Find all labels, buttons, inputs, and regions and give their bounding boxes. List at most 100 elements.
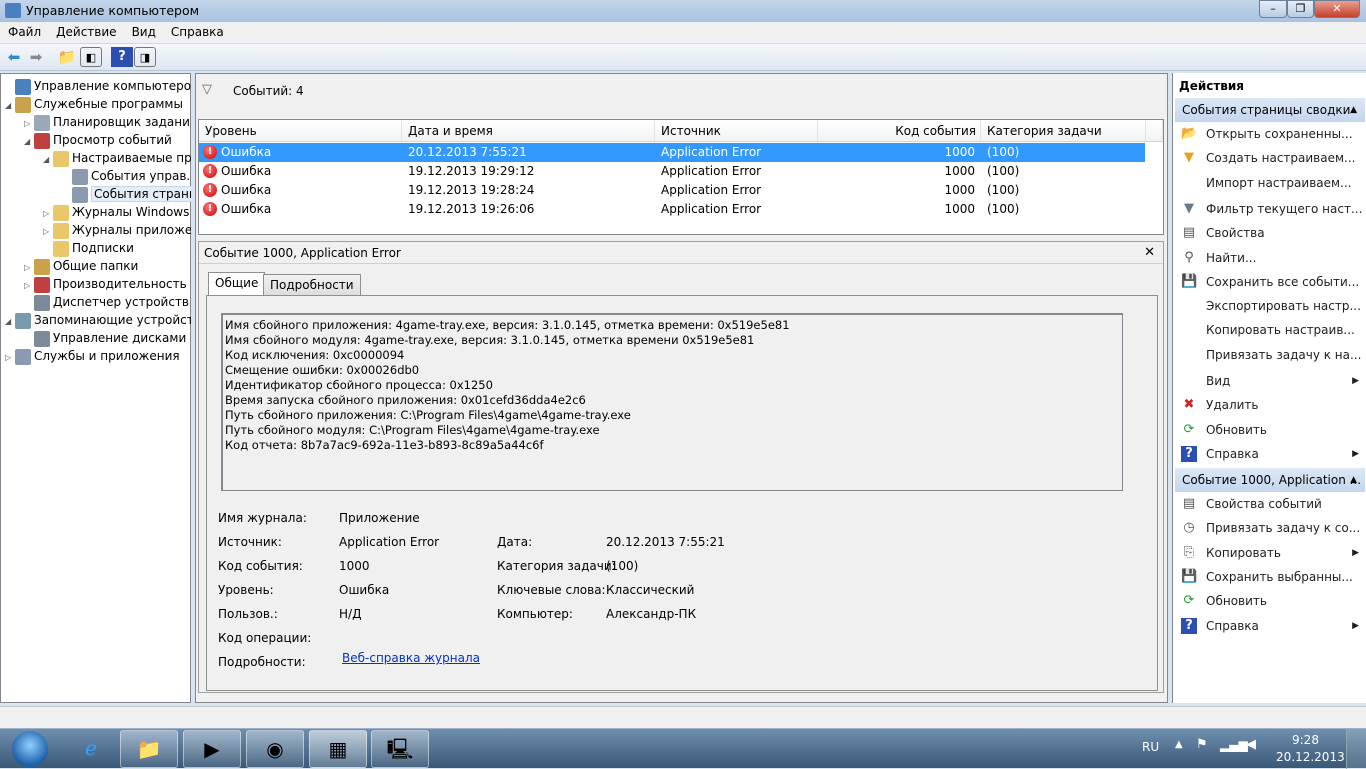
tab-details[interactable]: Подробности [263, 274, 361, 296]
network-icon[interactable]: ▂▄▆ [1220, 738, 1248, 752]
online-help-link[interactable]: Веб-справка журнала [342, 651, 480, 665]
action-item[interactable]: Экспортировать настр... [1175, 294, 1365, 318]
tree-item[interactable]: ◢ Настраиваемые пр [43, 149, 191, 167]
show-hide-action-pane-icon[interactable]: ◨ [134, 47, 156, 67]
tree-item[interactable]: ▷ Службы и приложения [5, 347, 191, 365]
tree-item[interactable]: Управление дисками [24, 329, 191, 347]
tree-item[interactable]: ◢ Запоминающие устройст [5, 311, 191, 329]
tree-item[interactable]: События страни [62, 185, 191, 203]
action-item[interactable]: ⟳ Обновить [1175, 589, 1365, 613]
column-event-id[interactable]: Код события [818, 120, 981, 142]
expand-arrow-icon[interactable]: ◢ [24, 133, 34, 149]
menu-file[interactable]: Файл [0, 22, 48, 39]
event-row[interactable]: ! Ошибка 19.12.2013 19:26:06 Application Er… [199, 200, 1145, 219]
error-icon: ! [203, 202, 217, 216]
action-item[interactable]: 💾 Сохранить все событи... [1175, 270, 1365, 294]
show-hide-tree-icon[interactable]: ◧ [80, 47, 102, 67]
action-icon: ✖ [1183, 397, 1195, 413]
action-item[interactable]: ▤ Свойства событий [1175, 492, 1365, 516]
action-item[interactable]: ⟳ Обновить [1175, 418, 1365, 442]
close-button[interactable]: ✕ [1314, 0, 1360, 18]
event-row[interactable]: ! Ошибка 19.12.2013 19:28:24 Application Er… [199, 181, 1145, 200]
action-item[interactable]: ▤ Свойства [1175, 221, 1365, 245]
tree-item[interactable]: Управление компьютером (л [5, 77, 191, 95]
expand-arrow-icon[interactable]: ▷ [5, 349, 15, 365]
media-player-icon[interactable]: ▶ [183, 730, 241, 768]
language-indicator[interactable]: RU [1142, 740, 1159, 754]
chrome-icon[interactable]: ◉ [246, 730, 304, 768]
tree-item[interactable]: События управ. [62, 167, 191, 185]
tree-item[interactable]: ▷ Журналы Windows [43, 203, 191, 221]
action-item[interactable]: 💾 Сохранить выбранны... [1175, 565, 1365, 589]
action-item[interactable]: ✖ Удалить [1175, 393, 1365, 417]
show-desktop-button[interactable] [1346, 729, 1366, 769]
event-row[interactable]: ! Ошибка 20.12.2013 7:55:21 Application Err… [199, 143, 1145, 162]
action-item[interactable]: 📂 Открыть сохраненны... [1175, 122, 1365, 146]
action-item[interactable]: ▼ Фильтр текущего наст... [1175, 197, 1365, 221]
action-label: Свойства событий [1206, 497, 1322, 511]
action-item[interactable]: Привязать задачу к на... [1175, 343, 1365, 367]
action-item[interactable]: ⚲ Найти... [1175, 246, 1365, 270]
action-item[interactable]: ? Справка ▶ [1175, 614, 1365, 638]
tree-item[interactable]: ▷ Журналы приложе [43, 221, 191, 239]
action-item[interactable]: Копировать настраив... [1175, 318, 1365, 342]
column-level[interactable]: Уровень [199, 120, 402, 142]
clock-time[interactable]: 9:28 [1292, 733, 1319, 747]
expand-arrow-icon[interactable]: ▷ [43, 223, 53, 239]
tree-item[interactable]: Подписки [43, 239, 191, 257]
action-item[interactable]: ⎘ Копировать ▶ [1175, 541, 1365, 565]
start-button[interactable] [12, 731, 48, 767]
tab-general[interactable]: Общие [208, 272, 266, 296]
control-panel-icon[interactable]: ▦ [309, 730, 367, 768]
event-row[interactable]: ! Ошибка 19.12.2013 19:29:12 Application Er… [199, 162, 1145, 181]
computer-management-task-icon[interactable]: 🖳 [371, 730, 429, 768]
tree-item[interactable]: ◢ Служебные программы [5, 95, 191, 113]
action-item[interactable]: ? Справка ▶ [1175, 442, 1365, 466]
volume-icon[interactable]: ◀ [1246, 737, 1256, 752]
tree-item[interactable]: ◢ Просмотр событий [24, 131, 191, 149]
tree-node-icon [34, 294, 50, 311]
help-icon[interactable]: ? [111, 47, 133, 67]
back-icon[interactable]: ⬅ [3, 47, 25, 67]
forward-icon[interactable]: ➡ [25, 47, 47, 67]
menu-action[interactable]: Действие [48, 22, 123, 39]
expand-arrow-icon[interactable]: ▷ [24, 115, 34, 131]
action-item[interactable]: ▼ Создать настраиваем... [1175, 146, 1365, 170]
column-date[interactable]: Дата и время [402, 120, 655, 142]
collapse-icon[interactable]: ▲ [1350, 98, 1357, 122]
column-task-category[interactable]: Категория задачи [981, 120, 1146, 142]
expand-arrow-icon[interactable]: ▷ [24, 259, 34, 275]
column-source[interactable]: Источник [655, 120, 818, 142]
event-description[interactable]: Имя сбойного приложения: 4game-tray.exe,… [221, 313, 1123, 491]
up-folder-icon[interactable]: 📁 [56, 47, 78, 67]
maximize-button[interactable]: ❐ [1287, 0, 1314, 18]
expand-arrow-icon[interactable]: ◢ [43, 151, 53, 167]
explorer-icon[interactable]: 📁 [120, 730, 178, 768]
actions-section-event[interactable]: Событие 1000, Application ... ▲ [1175, 468, 1365, 492]
internet-explorer-icon[interactable]: ℯ [62, 730, 120, 768]
tree-node-icon [34, 330, 50, 347]
cell-category: (100) [987, 202, 1020, 216]
description-line: Смещение ошибки: 0x00026db0 [225, 363, 420, 377]
tree-item[interactable]: Диспетчер устройств [24, 293, 191, 311]
minimize-button[interactable]: – [1259, 0, 1287, 18]
expand-arrow-icon[interactable]: ▷ [24, 277, 34, 293]
expand-arrow-icon[interactable]: ◢ [5, 97, 15, 113]
clock-date[interactable]: 20.12.2013 [1276, 750, 1345, 764]
tree-item[interactable]: ▷ Производительность [24, 275, 191, 293]
action-item[interactable]: ◷ Привязать задачу к со... [1175, 516, 1365, 540]
collapse-icon[interactable]: ▲ [1350, 468, 1357, 492]
expand-arrow-icon[interactable]: ▷ [43, 205, 53, 221]
menu-help[interactable]: Справка [163, 22, 231, 39]
tree-item[interactable]: ▷ Планировщик заданий [24, 113, 191, 131]
action-center-flag-icon[interactable]: ⚑ [1196, 737, 1208, 752]
show-hidden-icons[interactable]: ▲ [1175, 739, 1183, 750]
close-detail-icon[interactable]: ✕ [1144, 242, 1155, 264]
actions-section-summary-page[interactable]: События страницы сводки ▲ [1175, 98, 1365, 122]
tree-item[interactable]: ▷ Общие папки [24, 257, 191, 275]
action-item[interactable]: Вид ▶ [1175, 369, 1365, 393]
error-icon: ! [203, 164, 217, 178]
expand-arrow-icon[interactable]: ◢ [5, 313, 15, 329]
menu-view[interactable]: Вид [124, 22, 163, 39]
action-item[interactable]: Импорт настраиваем... [1175, 171, 1365, 195]
